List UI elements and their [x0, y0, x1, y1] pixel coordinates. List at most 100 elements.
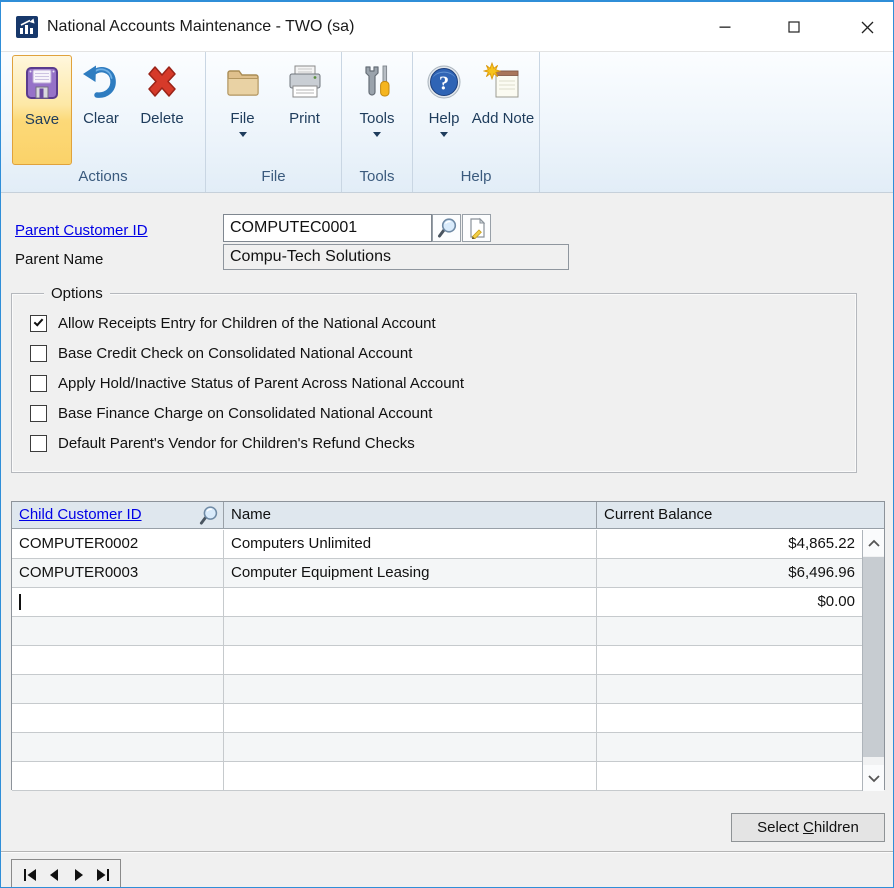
column-header-child-customer-id: Child Customer ID [12, 502, 224, 528]
cell-child-id[interactable]: COMPUTER0002 [12, 530, 224, 558]
table-row-empty [12, 762, 862, 791]
chevron-up-icon [867, 539, 881, 548]
last-record-button[interactable] [94, 867, 110, 882]
save-floppy-icon [22, 63, 62, 103]
minimize-button[interactable] [702, 2, 748, 52]
cell-name[interactable] [224, 588, 597, 616]
cell-balance[interactable] [597, 762, 862, 790]
cell-child-id[interactable] [12, 675, 224, 703]
cell-name[interactable] [224, 704, 597, 732]
hold-inactive-checkbox[interactable] [30, 375, 47, 392]
first-record-icon [23, 868, 38, 882]
close-button[interactable] [844, 2, 890, 52]
cell-child-id[interactable] [12, 733, 224, 761]
check-icon [34, 316, 44, 326]
cell-balance[interactable] [597, 646, 862, 674]
add-note-icon [483, 62, 523, 102]
ribbon-group-help-label: Help [413, 165, 539, 192]
cell-name[interactable] [224, 646, 597, 674]
select-children-label-rest: hildren [814, 819, 859, 836]
clear-button[interactable]: Clear [72, 55, 130, 165]
select-children-button[interactable]: Select Children [731, 813, 885, 842]
cell-name[interactable]: Computers Unlimited [224, 530, 597, 558]
cell-name[interactable] [224, 762, 597, 790]
cell-child-id[interactable] [12, 646, 224, 674]
cell-balance[interactable] [597, 704, 862, 732]
national-accounts-maintenance-window: National Accounts Maintenance - TWO (sa) [0, 0, 894, 888]
cell-child-id-editing[interactable] [12, 588, 224, 616]
cell-name[interactable] [224, 733, 597, 761]
text-caret [19, 594, 21, 610]
dropdown-arrow-icon [373, 132, 381, 137]
save-label: Save [25, 111, 59, 128]
cell-child-id[interactable] [12, 617, 224, 645]
record-navigation [11, 859, 121, 888]
default-vendor-checkbox[interactable] [30, 435, 47, 452]
allow-receipts-checkbox[interactable] [30, 315, 47, 332]
tools-label: Tools [359, 110, 394, 127]
cell-name[interactable] [224, 675, 597, 703]
help-question-icon: ? [424, 62, 464, 102]
cell-child-id[interactable]: COMPUTER0003 [12, 559, 224, 587]
vertical-scrollbar[interactable] [862, 530, 884, 791]
save-button[interactable]: Save [12, 55, 72, 165]
table-row-empty [12, 733, 862, 762]
magnifier-icon [436, 217, 458, 239]
file-label: File [230, 110, 254, 127]
ribbon-group-actions: Save Clear Delete Actions [1, 52, 206, 192]
parent-customer-id-field[interactable]: COMPUTEC0001 [223, 214, 432, 242]
child-customer-id-link[interactable]: Child Customer ID [19, 506, 142, 523]
add-note-label: Add Note [472, 110, 535, 127]
option-row: Apply Hold/Inactive Status of Parent Acr… [30, 373, 464, 393]
help-menu-button[interactable]: ? Help [417, 55, 471, 165]
cell-balance[interactable] [597, 733, 862, 761]
add-note-button[interactable]: Add Note [471, 55, 535, 165]
dropdown-arrow-icon [239, 132, 247, 137]
note-page-icon [466, 217, 488, 239]
finance-charge-checkbox[interactable] [30, 405, 47, 422]
table-row-active: $0.00 [12, 588, 862, 617]
first-record-button[interactable] [22, 867, 38, 882]
option-label: Apply Hold/Inactive Status of Parent Acr… [58, 375, 464, 392]
printer-icon [285, 62, 325, 102]
credit-check-checkbox[interactable] [30, 345, 47, 362]
scroll-up-button[interactable] [863, 530, 884, 556]
parent-customer-id-link[interactable]: Parent Customer ID [15, 222, 148, 239]
ribbon-group-help: ? Help Add Note He [413, 52, 540, 192]
scroll-down-button[interactable] [863, 765, 884, 791]
option-row: Base Credit Check on Consolidated Nation… [30, 343, 412, 363]
file-menu-button[interactable]: File [212, 55, 274, 165]
help-label: Help [429, 110, 460, 127]
cell-balance[interactable]: $4,865.22 [597, 530, 862, 558]
option-row: Default Parent's Vendor for Children's R… [30, 433, 415, 453]
column-header-current-balance: Current Balance [597, 502, 884, 528]
folder-icon [223, 62, 263, 102]
cell-name[interactable] [224, 617, 597, 645]
print-label: Print [289, 110, 320, 127]
tools-wrench-icon [357, 62, 397, 102]
app-chart-icon [16, 16, 38, 38]
cell-balance[interactable] [597, 617, 862, 645]
next-record-button[interactable] [70, 867, 86, 882]
cell-child-id[interactable] [12, 704, 224, 732]
attach-note-button[interactable] [462, 214, 491, 242]
footer-divider [1, 851, 894, 853]
maximize-button[interactable] [771, 2, 817, 52]
previous-record-button[interactable] [46, 867, 62, 882]
cell-balance[interactable]: $0.00 [597, 588, 862, 616]
scrollbar-thumb[interactable] [863, 557, 884, 757]
option-label: Default Parent's Vendor for Children's R… [58, 435, 415, 452]
cell-balance[interactable] [597, 675, 862, 703]
cell-name[interactable]: Computer Equipment Leasing [224, 559, 597, 587]
tools-menu-button[interactable]: Tools [346, 55, 408, 165]
delete-button[interactable]: Delete [130, 55, 194, 165]
ribbon-group-file-label: File [206, 165, 341, 192]
select-children-label: Select [757, 819, 803, 836]
print-button[interactable]: Print [274, 55, 336, 165]
dropdown-arrow-icon [440, 132, 448, 137]
cell-child-id[interactable] [12, 762, 224, 790]
magnifier-icon[interactable] [198, 505, 219, 526]
cell-balance[interactable]: $6,496.96 [597, 559, 862, 587]
parent-lookup-button[interactable] [432, 214, 461, 242]
options-group-title: Options [44, 285, 110, 302]
